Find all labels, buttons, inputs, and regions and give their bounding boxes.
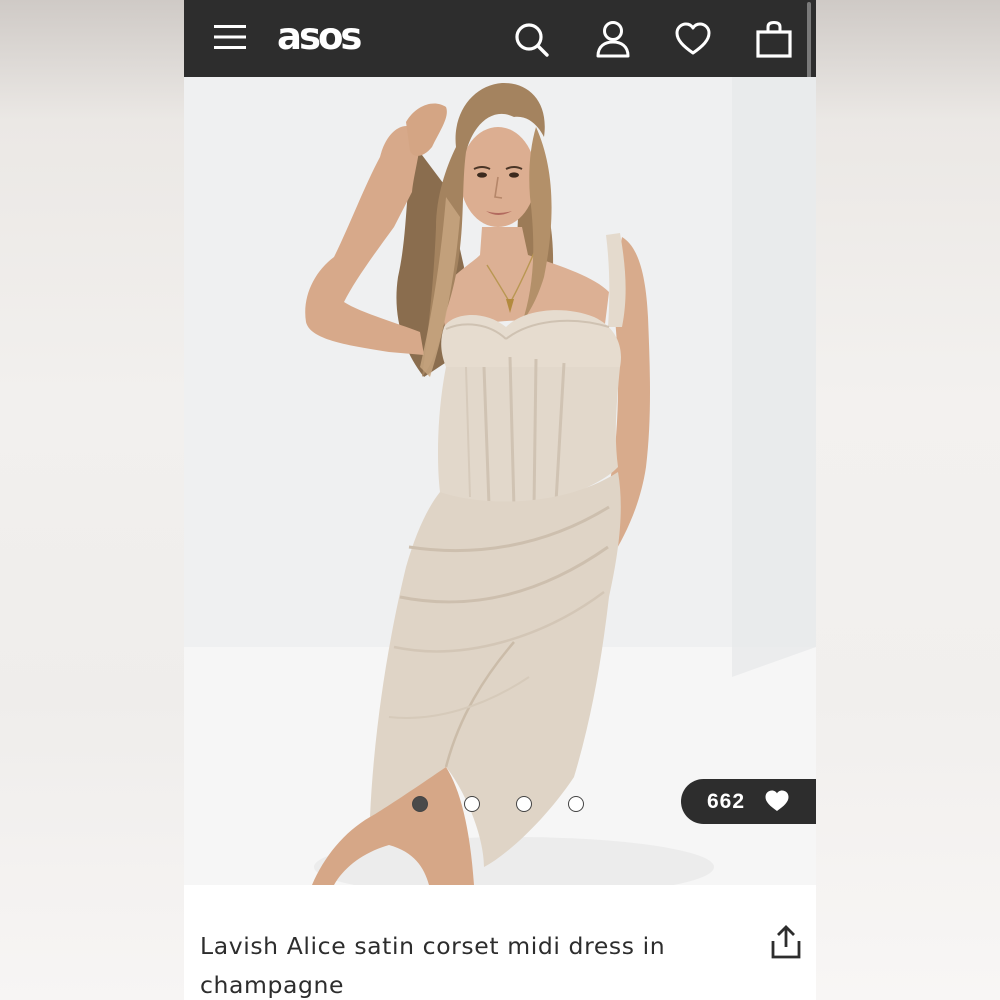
product-info: Lavish Alice satin corset midi dress in … bbox=[184, 885, 816, 1000]
blurred-background-right bbox=[816, 0, 1000, 1000]
asos-logo[interactable]: asos bbox=[277, 14, 362, 60]
mobile-screen: asos 662 Lavish Alice satin corset midi … bbox=[184, 0, 816, 1000]
product-photo bbox=[184, 77, 816, 885]
bag-icon[interactable] bbox=[756, 21, 792, 58]
save-count: 662 bbox=[707, 790, 746, 813]
heart-icon[interactable] bbox=[675, 22, 711, 56]
product-title: Lavish Alice satin corset midi dress in … bbox=[200, 932, 666, 999]
carousel-dot-4[interactable] bbox=[568, 796, 584, 812]
carousel-dot-3[interactable] bbox=[516, 796, 532, 812]
blurred-background-left bbox=[0, 0, 184, 1000]
account-icon[interactable] bbox=[595, 20, 631, 58]
product-image-carousel[interactable]: 662 bbox=[184, 77, 816, 885]
save-for-later-button[interactable]: 662 bbox=[681, 779, 816, 824]
carousel-dot-2[interactable] bbox=[464, 796, 480, 812]
carousel-dot-1[interactable] bbox=[412, 796, 428, 812]
menu-icon[interactable] bbox=[214, 25, 246, 49]
top-navigation-bar: asos bbox=[184, 0, 816, 238]
share-icon[interactable] bbox=[771, 925, 801, 959]
search-icon[interactable] bbox=[514, 22, 550, 58]
heart-icon bbox=[765, 790, 789, 811]
